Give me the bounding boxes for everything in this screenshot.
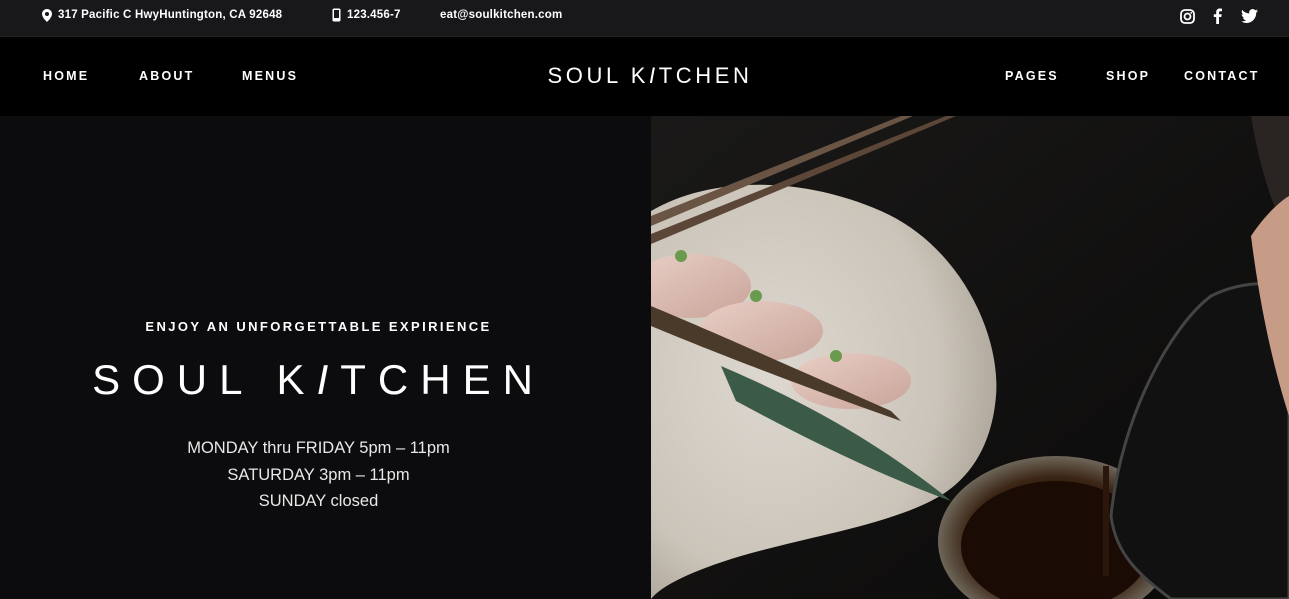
hours-weekdays: MONDAY thru FRIDAY 5pm – 11pm <box>187 439 450 457</box>
address-text: 317 Pacific C HwyHuntington, CA 92648 <box>58 9 283 21</box>
map-pin-icon <box>42 8 52 22</box>
nav-about[interactable]: ABOUT <box>139 37 194 115</box>
email-text: eat@soulkitchen.com <box>440 9 563 21</box>
nav-home[interactable]: HOME <box>43 37 89 115</box>
nav-menus[interactable]: MENUS <box>242 37 298 115</box>
site-logo[interactable]: SOUL K I TCHEN <box>540 37 760 115</box>
hours-sunday: SUNDAY closed <box>258 492 379 510</box>
facebook-icon[interactable] <box>1210 6 1224 26</box>
address-item: 317 Pacific C HwyHuntington, CA 92648 <box>42 0 282 30</box>
top-info-bar: 317 Pacific C HwyHuntington, CA 92648 12… <box>0 0 1289 37</box>
logo-text-i: I <box>648 63 659 88</box>
logo-text-part2: TCHEN <box>658 63 753 88</box>
main-navigation: HOME ABOUT MENUS SOUL K I TCHEN PAGES SHOP… <box>0 37 1289 116</box>
hero-title-part1: SOUL K <box>92 356 317 403</box>
hero-text-panel: ENJOY AN UNFORGETTABLE EXPIRIENCE SOUL K… <box>0 116 651 599</box>
email-link[interactable]: eat@soulkitchen.com <box>440 0 562 30</box>
mobile-phone-icon <box>332 8 341 22</box>
twitter-icon[interactable] <box>1240 6 1258 26</box>
hero-eyebrow: ENJOY AN UNFORGETTABLE EXPIRIENCE <box>145 319 492 334</box>
phone-text: 123.456-7 <box>347 9 401 21</box>
hero-title-i: I <box>316 356 341 403</box>
nav-pages[interactable]: PAGES <box>1005 37 1059 115</box>
sushi-plate-illustration <box>651 116 1289 599</box>
hero-title: SOUL KITCHEN <box>0 356 637 404</box>
logo-text-part1: SOUL K <box>547 63 649 88</box>
opening-hours: MONDAY thru FRIDAY 5pm – 11pm SATURDAY 3… <box>0 435 637 515</box>
hero-title-part2: TCHEN <box>340 356 545 403</box>
nav-contact[interactable]: CONTACT <box>1184 37 1260 115</box>
hero-food-image <box>651 116 1289 599</box>
hours-saturday: SATURDAY 3pm – 11pm <box>227 465 410 484</box>
nav-shop[interactable]: SHOP <box>1106 37 1150 115</box>
instagram-icon[interactable] <box>1179 6 1195 26</box>
phone-item[interactable]: 123.456-7 <box>332 0 401 30</box>
